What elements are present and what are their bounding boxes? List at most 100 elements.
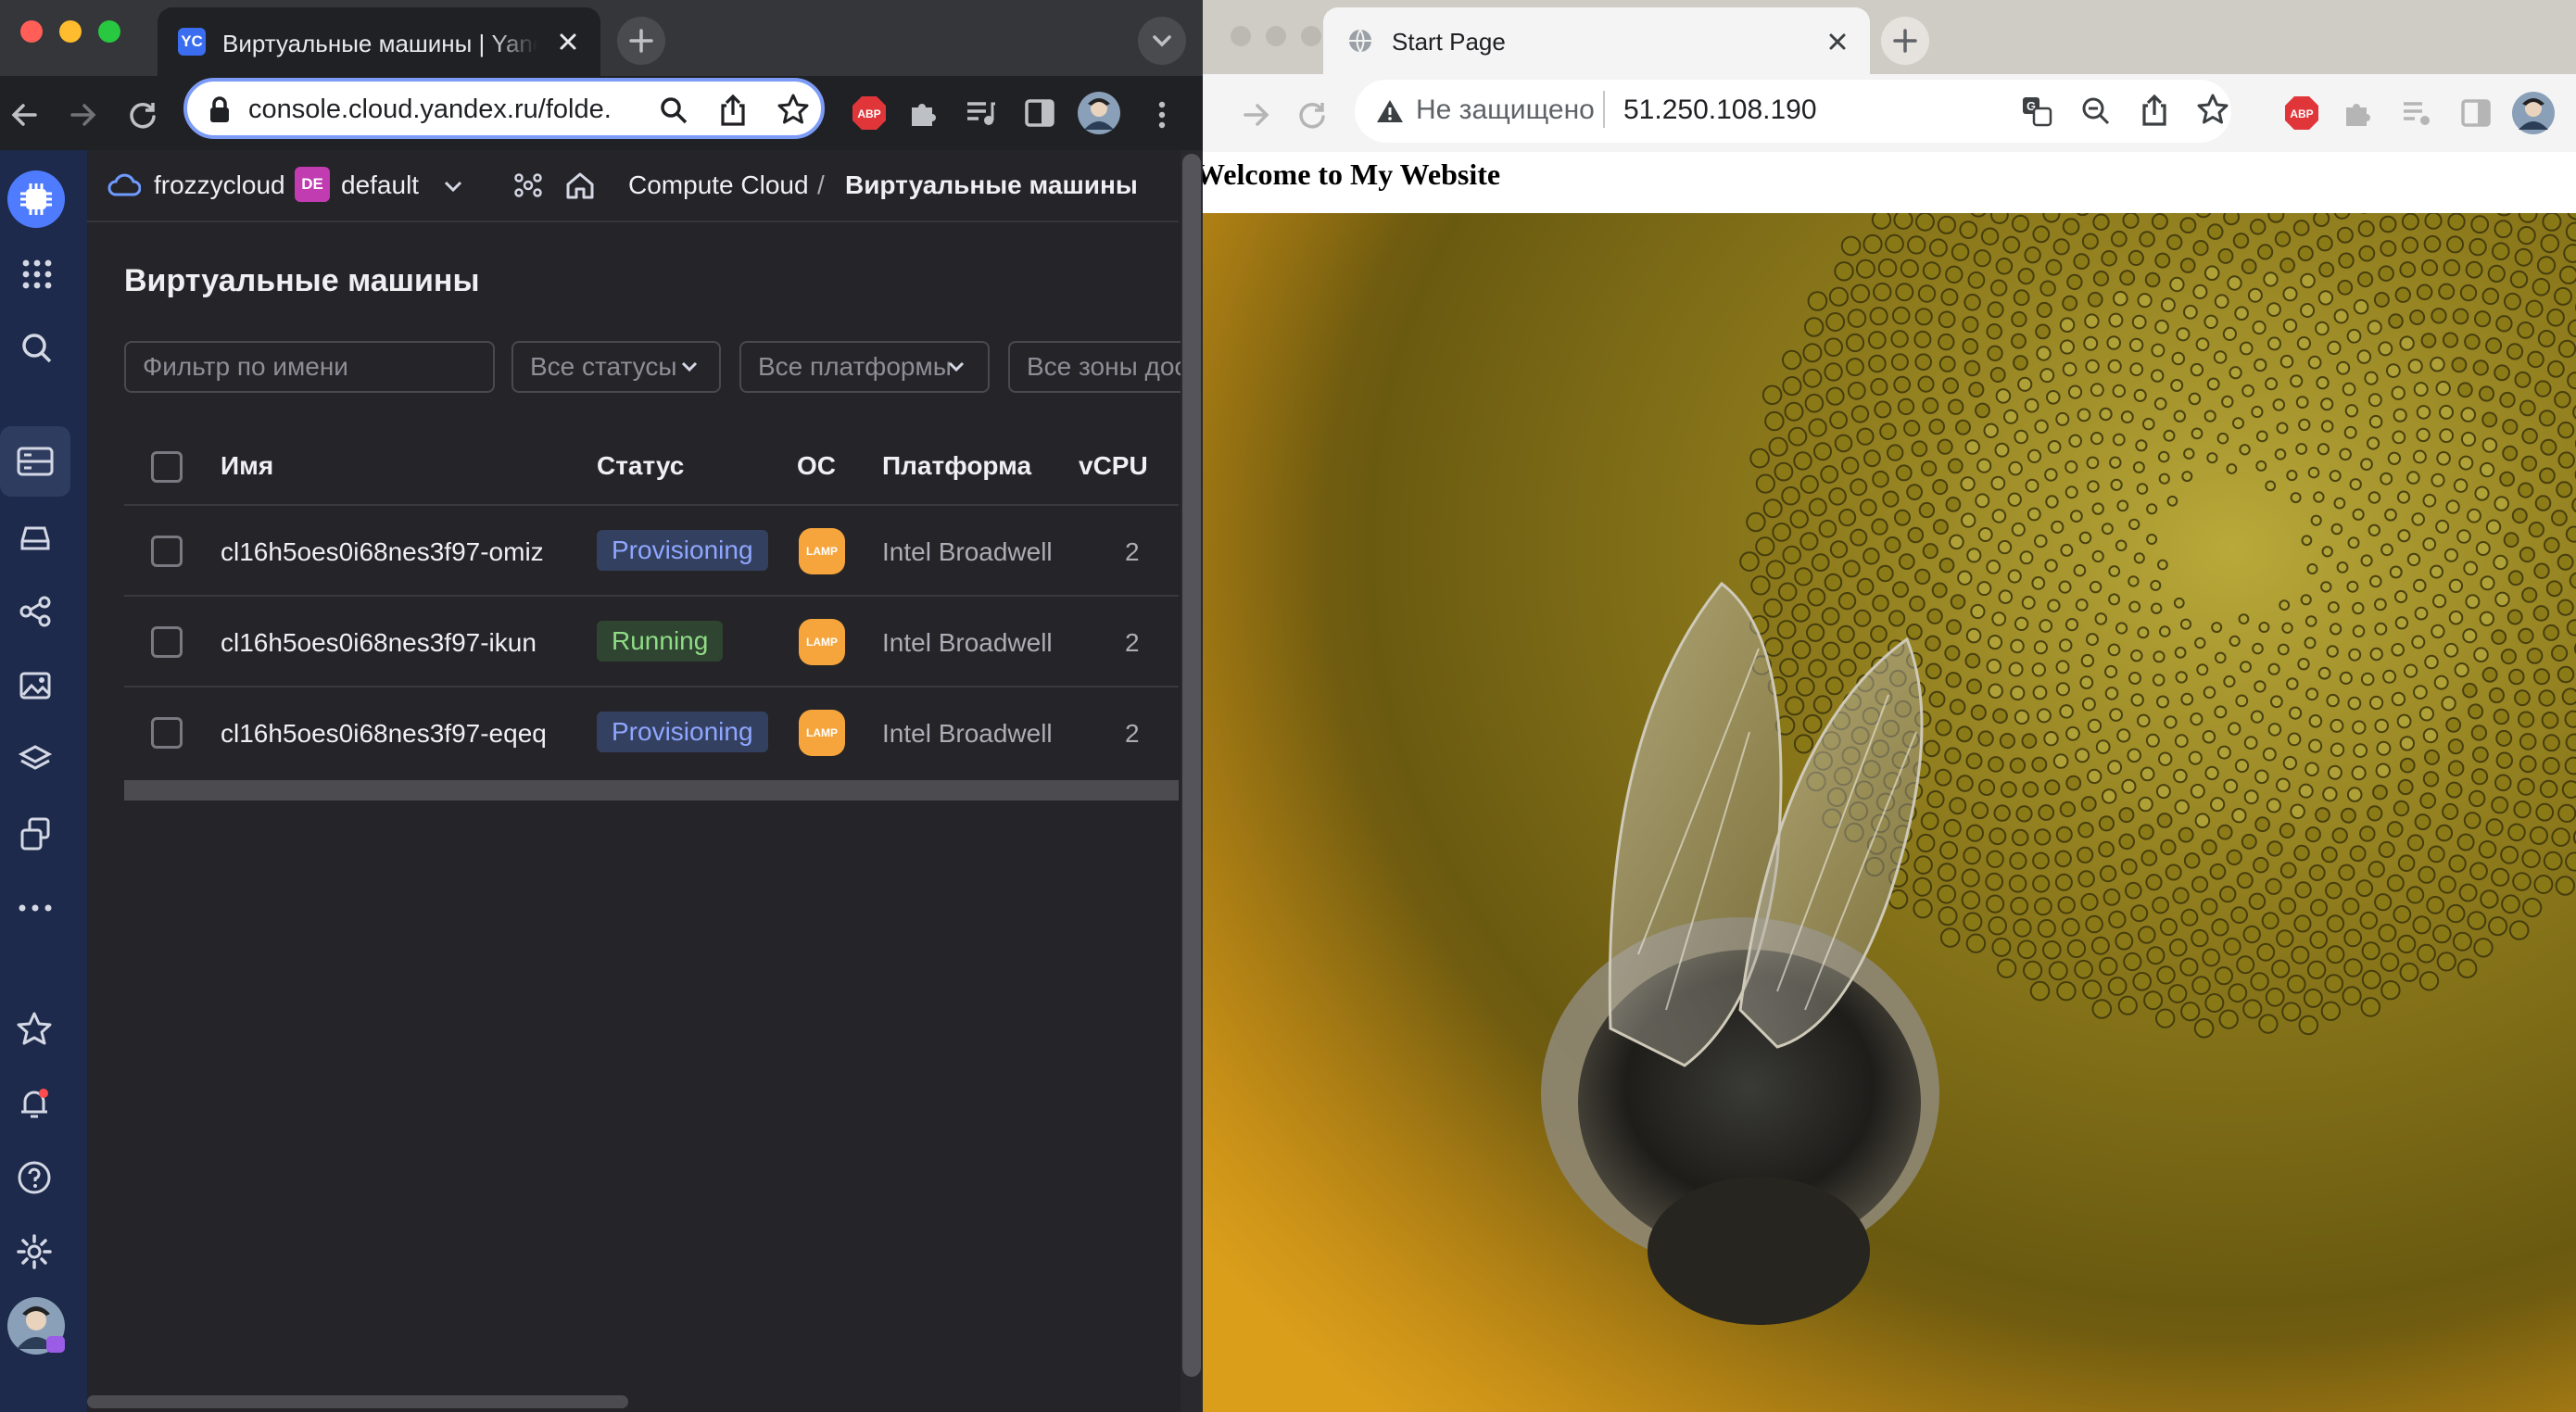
side-panel-icon[interactable] — [2459, 96, 2493, 130]
breadcrumb-current: Виртуальные машины — [845, 170, 1138, 199]
vm-name[interactable]: cl16h5oes0i68nes3f97-omiz — [221, 537, 544, 567]
page-horizontal-scrollbar[interactable] — [87, 1395, 628, 1408]
row-divider — [124, 595, 1179, 597]
zoom-window-button[interactable] — [98, 20, 120, 43]
placement-groups-icon[interactable] — [17, 593, 54, 630]
media-controls-icon[interactable] — [964, 96, 997, 130]
status-badge: Provisioning — [597, 712, 768, 752]
chevron-down-icon[interactable] — [439, 172, 467, 200]
reload-icon[interactable] — [126, 98, 159, 132]
side-panel-icon[interactable] — [1023, 96, 1056, 130]
breadcrumb-separator: / — [817, 170, 825, 199]
name-filter-input[interactable]: Фильтр по имени — [124, 341, 495, 393]
vm-vcpu: 2 — [1125, 628, 1140, 657]
cloud-name[interactable]: frozzycloud — [154, 170, 285, 200]
user-avatar[interactable] — [6, 1295, 67, 1356]
row-divider — [124, 686, 1179, 687]
profile-avatar[interactable] — [1077, 91, 1121, 135]
close-window-button[interactable] — [20, 20, 43, 43]
column-header-name[interactable]: Имя — [221, 451, 273, 481]
browser-menu-icon[interactable] — [1147, 98, 1177, 132]
column-header-platform[interactable]: Платформа — [882, 451, 1031, 481]
row-checkbox[interactable] — [151, 536, 183, 567]
favorites-star-icon[interactable] — [15, 1010, 54, 1049]
security-label[interactable]: Не защищено — [1416, 95, 1595, 126]
column-header-vcpu[interactable]: vCPU — [1079, 451, 1148, 481]
adblock-extension-icon[interactable]: ABP — [2283, 95, 2320, 132]
url-text: 51.250.108.190 — [1623, 95, 1817, 125]
column-header-os[interactable]: ОС — [797, 451, 836, 481]
sunflower-photo — [1203, 213, 2576, 1412]
breadcrumb-compute-cloud[interactable]: Compute Cloud — [628, 170, 809, 200]
column-header-status[interactable]: Статус — [597, 451, 684, 481]
disk-icon[interactable] — [17, 519, 54, 556]
reload-icon[interactable] — [1295, 98, 1329, 132]
status-badge: Running — [597, 621, 724, 662]
warning-triangle-icon[interactable] — [1375, 96, 1405, 126]
select-all-checkbox[interactable] — [151, 451, 183, 483]
share-icon[interactable] — [717, 93, 749, 128]
plus-icon — [1893, 29, 1917, 53]
compute-cloud-service-button[interactable] — [7, 170, 65, 228]
close-tab-icon[interactable] — [554, 28, 582, 56]
instance-groups-icon[interactable] — [17, 815, 54, 852]
media-controls-icon[interactable] — [2400, 96, 2433, 130]
share-icon[interactable] — [2139, 93, 2170, 128]
search-icon[interactable] — [658, 95, 689, 126]
snapshots-layers-icon[interactable] — [17, 741, 54, 778]
row-checkbox[interactable] — [151, 717, 183, 749]
forward-icon[interactable] — [67, 98, 100, 132]
plus-icon — [629, 29, 653, 53]
close-window-button[interactable] — [1231, 26, 1251, 46]
new-tab-button[interactable] — [617, 17, 665, 65]
forward-icon[interactable] — [1240, 98, 1273, 132]
page-title: Виртуальные машины — [124, 263, 480, 298]
settings-gear-icon[interactable] — [15, 1232, 54, 1271]
table-horizontal-scrollbar[interactable] — [124, 780, 1179, 801]
minimize-window-button[interactable] — [1266, 26, 1286, 46]
help-icon[interactable] — [15, 1158, 54, 1197]
zoom-window-button[interactable] — [1301, 26, 1321, 46]
vm-name[interactable]: cl16h5oes0i68nes3f97-ikun — [221, 628, 537, 658]
service-map-icon[interactable] — [511, 169, 545, 202]
images-icon[interactable] — [17, 667, 54, 704]
address-bar[interactable]: Не защищено 51.250.108.190 G — [1355, 80, 2231, 143]
status-badge: Provisioning — [597, 530, 768, 571]
home-icon[interactable] — [563, 169, 597, 202]
platform-filter-select[interactable]: Все платформы — [739, 341, 990, 393]
address-bar[interactable]: console.cloud.yandex.ru/folde... — [183, 78, 825, 139]
tab-title: Start Page — [1392, 28, 1506, 56]
more-icon[interactable] — [15, 889, 56, 927]
new-tab-button[interactable] — [1881, 17, 1929, 65]
tab-search-button[interactable] — [1138, 17, 1186, 65]
extensions-puzzle-icon[interactable] — [2341, 96, 2374, 130]
close-tab-icon[interactable] — [1824, 28, 1851, 56]
browser-tab-start-page[interactable]: Start Page — [1323, 7, 1870, 74]
all-services-grid-icon[interactable] — [19, 256, 56, 293]
vm-platform: Intel Broadwell — [882, 719, 1053, 748]
rail-item-virtual-machines[interactable] — [0, 426, 70, 497]
zone-filter-select[interactable]: Все зоны доступности — [1008, 341, 1193, 393]
vm-vcpu: 2 — [1125, 537, 1140, 566]
vm-name[interactable]: cl16h5oes0i68nes3f97-eqeq — [221, 719, 547, 749]
row-checkbox[interactable] — [151, 626, 183, 658]
browser-tab-yandex-cloud[interactable]: YC Виртуальные машины | Yandex Cloud — [158, 7, 600, 76]
search-icon[interactable] — [19, 330, 56, 367]
back-icon[interactable] — [7, 98, 41, 132]
adblock-extension-icon[interactable]: ABP — [851, 95, 888, 132]
extensions-puzzle-icon[interactable] — [906, 96, 940, 130]
profile-avatar[interactable] — [2511, 91, 2556, 135]
bookmark-star-icon[interactable] — [2196, 93, 2229, 126]
yandex-cloud-favicon-icon: YC — [178, 28, 206, 56]
notifications-bell-icon[interactable] — [15, 1084, 54, 1123]
vm-vcpu: 2 — [1125, 719, 1140, 748]
zoom-out-icon[interactable] — [2079, 95, 2113, 128]
translate-icon[interactable]: G — [2020, 95, 2053, 128]
page-vertical-scrollbar[interactable] — [1182, 154, 1201, 1377]
status-filter-select[interactable]: Все статусы — [511, 341, 721, 393]
lock-icon[interactable] — [206, 95, 234, 126]
folder-badge: DE — [295, 167, 330, 202]
bookmark-star-icon[interactable] — [777, 93, 810, 126]
minimize-window-button[interactable] — [59, 20, 82, 43]
folder-name[interactable]: default — [341, 170, 419, 200]
